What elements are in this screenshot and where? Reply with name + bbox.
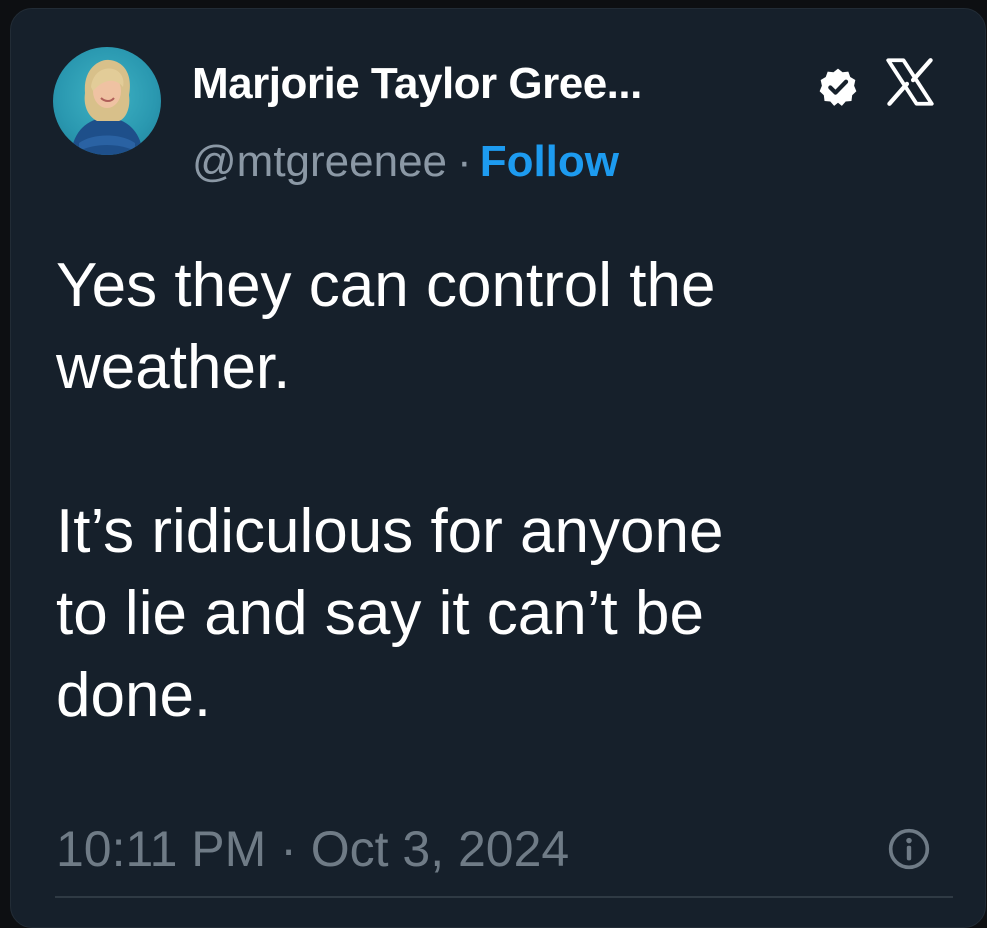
- follow-button[interactable]: Follow: [480, 137, 619, 186]
- verified-badge-icon[interactable]: [817, 66, 859, 108]
- x-logo-icon[interactable]: [881, 53, 939, 111]
- avatar[interactable]: [53, 47, 161, 155]
- info-icon[interactable]: [887, 827, 931, 871]
- handle-row: @mtgreenee · Follow: [192, 135, 619, 189]
- avatar-image: [71, 59, 143, 155]
- separator-dot: ·: [457, 137, 472, 186]
- divider: [55, 896, 953, 898]
- tweet-text: Yes they can control the weather. It’s r…: [56, 251, 724, 730]
- author-handle[interactable]: @mtgreenee: [192, 137, 447, 186]
- tweet-card: Marjorie Taylor Gree... @mtgreenee · Follo…: [10, 8, 986, 928]
- tweet-timestamp[interactable]: 10:11 PM · Oct 3, 2024: [56, 819, 569, 879]
- author-name[interactable]: Marjorie Taylor Gree...: [192, 57, 642, 111]
